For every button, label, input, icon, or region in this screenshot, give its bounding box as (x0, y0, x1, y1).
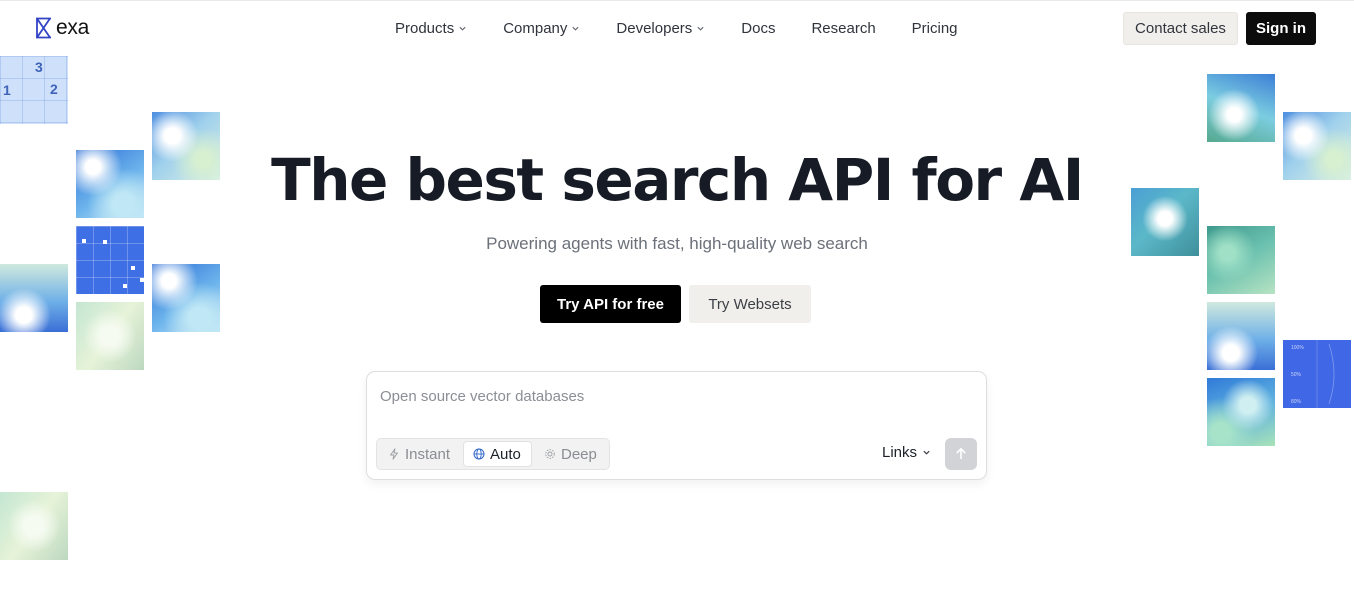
grid-dot (82, 239, 86, 243)
chart-tile-lines (1316, 340, 1335, 408)
sign-in-button[interactable]: Sign in (1246, 12, 1316, 45)
nav-item-developers[interactable]: Developers (616, 20, 705, 37)
chevron-down-icon (572, 26, 580, 31)
nav-item-label: Developers (616, 19, 693, 37)
grid-dots-tile (76, 226, 144, 294)
decorative-image-tile (152, 264, 220, 332)
grid-number: 3 (35, 59, 43, 75)
decorative-image-tile (1283, 112, 1351, 180)
grid-dot (123, 284, 127, 288)
mode-instant[interactable]: Instant (388, 441, 450, 467)
nav-item-label: Research (811, 19, 876, 37)
header-divider (0, 0, 1354, 1)
mode-deep[interactable]: Deep (544, 441, 597, 467)
grid-numbers-tile: 3 1 2 (0, 56, 68, 124)
grid-dot (131, 266, 135, 270)
search-input[interactable] (380, 385, 970, 407)
contact-sales-button[interactable]: Contact sales (1123, 12, 1238, 45)
nav-item-label: Pricing (911, 19, 958, 37)
mode-label: Auto (490, 445, 521, 463)
try-api-button[interactable]: Try API for free (540, 285, 681, 323)
chevron-down-icon (697, 26, 704, 31)
result-type-dropdown[interactable]: Links (882, 444, 931, 461)
decorative-image-tile (0, 492, 68, 560)
nav-item-pricing[interactable]: Pricing (912, 20, 958, 37)
search-submit-button[interactable] (945, 438, 977, 470)
exa-logo-icon (36, 17, 51, 39)
chevron-down-icon (459, 26, 466, 31)
nav-item-products[interactable]: Products (395, 20, 467, 37)
decorative-image-tile (1207, 302, 1275, 370)
nav-item-company[interactable]: Company (503, 20, 580, 37)
grid-dot (103, 240, 107, 244)
bolt-icon (390, 448, 398, 460)
brand-name: exa (56, 16, 89, 39)
nav-item-label: Docs (741, 19, 776, 37)
nav-item-docs[interactable]: Docs (741, 20, 775, 37)
nav-item-label: Products (395, 19, 455, 37)
nav-item-research[interactable]: Research (811, 20, 875, 37)
mode-auto[interactable]: Auto (463, 441, 532, 467)
chevron-down-icon (923, 450, 930, 455)
decorative-image-tile (76, 302, 144, 370)
search-mode-selector: Instant Auto Deep (376, 438, 610, 470)
grid-dot (140, 278, 144, 282)
decorative-image-tile (76, 150, 144, 218)
decorative-image-tile (152, 112, 220, 180)
try-websets-button[interactable]: Try Websets (689, 285, 811, 323)
chart-tile: 100% 50% 80% (1283, 340, 1351, 408)
decorative-image-tile (1207, 74, 1275, 142)
nav-item-label: Company (503, 19, 568, 37)
grid-number: 2 (50, 81, 58, 97)
search-box: Instant Auto Deep Links (366, 371, 987, 480)
result-type-label: Links (882, 444, 918, 461)
main-nav: Products Company Developers Docs Researc… (395, 17, 958, 39)
brand-logo[interactable]: exa (34, 16, 89, 40)
grid-number: 1 (3, 82, 11, 98)
mode-label: Deep (561, 445, 597, 463)
gear-icon (545, 449, 555, 459)
decorative-image-tile (1207, 378, 1275, 446)
mode-label: Instant (405, 445, 451, 463)
globe-icon (473, 448, 485, 460)
decorative-image-tile (1207, 226, 1275, 294)
decorative-image-tile (0, 264, 68, 332)
decorative-image-tile (1131, 188, 1199, 256)
arrow-up-icon (956, 447, 966, 459)
